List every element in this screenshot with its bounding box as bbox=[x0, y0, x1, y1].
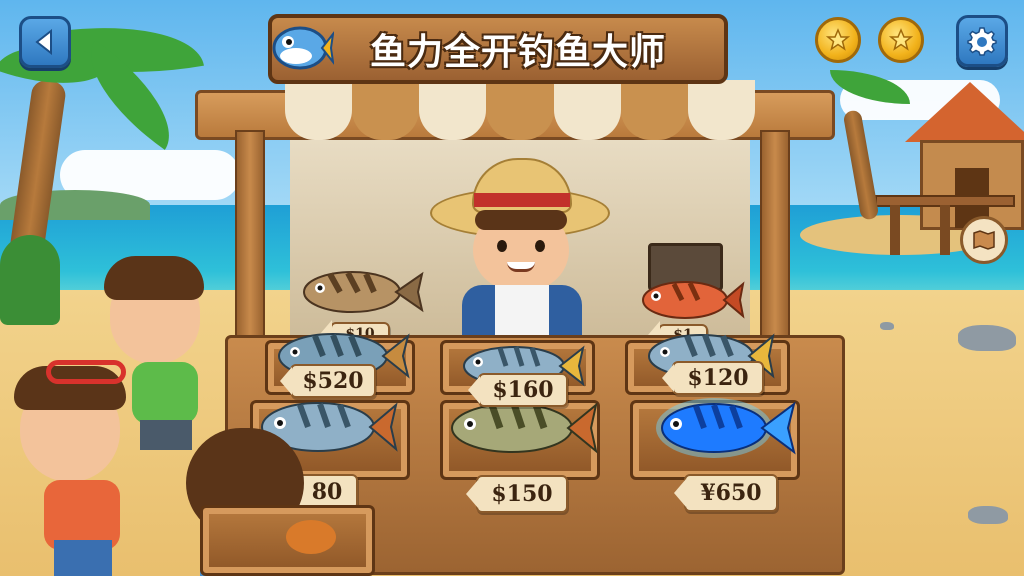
price-tag-label: $120 bbox=[687, 365, 749, 391]
vendor-eye bbox=[535, 240, 545, 252]
customer-green-shirt bbox=[132, 362, 198, 424]
vendor-hair bbox=[475, 210, 567, 230]
sunglasses bbox=[46, 360, 126, 384]
game-title-banner: 鱼力全开钓鱼大师 bbox=[268, 14, 728, 84]
fish-mascot-icon bbox=[272, 26, 334, 70]
price-tag: $160 bbox=[478, 373, 568, 407]
settings-button[interactable] bbox=[956, 15, 1008, 67]
gear-icon bbox=[967, 27, 997, 56]
stall-awning bbox=[285, 80, 755, 140]
crab-in-crate bbox=[286, 520, 336, 554]
fish-glowing-rare[interactable] bbox=[652, 388, 797, 468]
dock-post bbox=[940, 205, 950, 255]
back-arrow-icon bbox=[35, 29, 52, 55]
rock bbox=[968, 506, 1008, 524]
price-tag: $520 bbox=[290, 364, 376, 398]
price-tag-label: ¥650 bbox=[700, 480, 762, 506]
customer-hair bbox=[104, 256, 204, 300]
stall-post bbox=[235, 130, 265, 350]
star-coin-button[interactable] bbox=[878, 17, 924, 63]
map-icon bbox=[973, 230, 995, 250]
game-title: 鱼力全开钓鱼大师 bbox=[369, 32, 666, 73]
game-scene: $10 $1 bbox=[0, 0, 1024, 576]
back-button[interactable] bbox=[19, 16, 71, 68]
rock bbox=[958, 325, 1016, 351]
fish-display-back-right bbox=[642, 281, 745, 319]
price-tag: $150 bbox=[476, 475, 568, 513]
bush bbox=[0, 235, 60, 325]
star-coin-button[interactable] bbox=[815, 17, 861, 63]
map-button[interactable] bbox=[960, 216, 1008, 264]
price-tag: $120 bbox=[672, 361, 764, 395]
customer-shorts bbox=[140, 420, 192, 450]
dock-post bbox=[890, 205, 900, 255]
hat-band bbox=[474, 193, 570, 207]
price-tag-label: 80 bbox=[311, 479, 343, 505]
star-coin-icon bbox=[826, 28, 850, 51]
fish-display-back-left bbox=[303, 271, 424, 313]
price-tag-label: $160 bbox=[492, 377, 554, 403]
pebble bbox=[880, 322, 894, 330]
price-tag: ¥650 bbox=[684, 474, 778, 512]
stall-post bbox=[760, 130, 790, 350]
price-tag-label: $520 bbox=[302, 368, 364, 394]
customer-shorts bbox=[54, 540, 112, 576]
price-tag-label: $150 bbox=[491, 481, 553, 507]
vendor-eye bbox=[497, 240, 507, 252]
star-coin-icon bbox=[889, 28, 913, 51]
